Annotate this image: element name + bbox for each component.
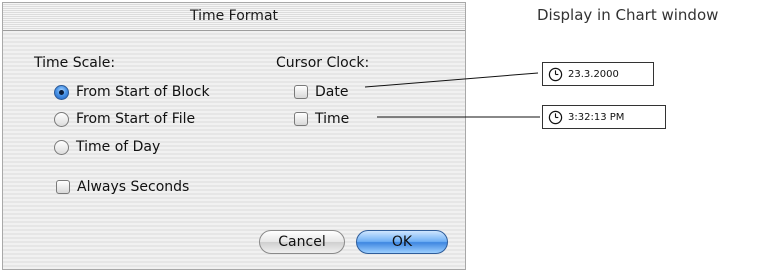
time-display-example: 3:32:13 PM [542, 105, 666, 129]
date-display-example: 23.3.2000 [542, 62, 654, 86]
annotation-leader-lines [364, 72, 540, 118]
date-leader-line [364, 72, 539, 88]
clock-icon [548, 110, 563, 124]
date-example-text: 23.3.2000 [568, 68, 619, 80]
clock-icon [548, 67, 563, 81]
time-example-text: 3:32:13 PM [568, 111, 625, 123]
